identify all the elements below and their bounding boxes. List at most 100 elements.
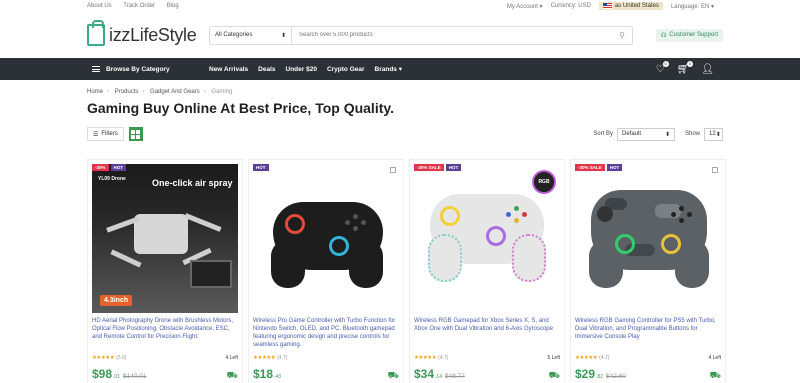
face-button-shape — [361, 220, 366, 225]
search-bar: All Categories ⬍ ⚲ — [209, 25, 633, 45]
show-label: Show — [684, 131, 700, 137]
nav-new-arrivals[interactable]: New Arrivals — [209, 66, 248, 73]
product-card[interactable]: -30% SALE HOT Wireless RGB Gaming Contro… — [570, 159, 726, 383]
browse-category-button[interactable]: Browse By Category — [92, 66, 209, 73]
user-icon[interactable]: 👤︎ — [701, 64, 714, 75]
headset-icon: ☊ — [660, 32, 667, 39]
category-select[interactable]: All Categories ⬍ — [210, 26, 292, 44]
ad-brand-text: YL09 Drone — [98, 176, 126, 182]
drone-arm-shape — [184, 213, 222, 232]
sort-value: Default — [621, 131, 641, 137]
right-stick-light — [329, 236, 349, 256]
page-title: Gaming Buy Online At Best Price, Top Qua… — [87, 100, 395, 116]
wishlist-count: 0 — [662, 60, 669, 67]
face-button-shape — [671, 212, 676, 217]
hot-badge: HOT — [253, 164, 269, 171]
language-select[interactable]: Language: EN ▾ — [671, 3, 714, 10]
ship-to-select[interactable]: as United States — [598, 2, 663, 10]
product-card[interactable]: -30% HOT YL09 Drone One-click air spray … — [87, 159, 243, 383]
face-button-shape — [345, 220, 350, 225]
price-cents: .82 — [596, 374, 603, 380]
product-grid: -30% HOT YL09 Drone One-click air spray … — [87, 159, 726, 383]
top-bar: About Us Track Order Blog My Account ▾ C… — [0, 0, 800, 12]
expand-icon[interactable] — [712, 167, 718, 173]
product-name[interactable]: Wireless RGB Gaming Controller for PS5 w… — [575, 317, 721, 351]
star-rating-icon: ★★★★★ — [414, 355, 437, 361]
nav-icons: ♡ 0 🛒︎ 0 👤︎ — [656, 60, 714, 75]
delivery-truck-icon: ⛟ — [387, 370, 399, 380]
product-image-switch-controller[interactable]: HOT — [253, 164, 399, 313]
nav-under-20[interactable]: Under $20 — [286, 66, 317, 73]
price-current: $29 — [575, 367, 596, 381]
product-rating: ★★★★★ (5.0) 4 Left — [92, 355, 238, 361]
expand-icon[interactable] — [390, 167, 396, 173]
breadcrumb-separator-icon: › — [142, 89, 145, 95]
nav-brands[interactable]: Brands ▾ — [375, 65, 402, 73]
search-input[interactable] — [292, 26, 612, 44]
us-flag-icon — [602, 3, 612, 9]
about-us-link[interactable]: About Us — [87, 3, 112, 9]
sort-select[interactable]: Default ⬍ — [616, 127, 675, 141]
price-old: $140.01 — [122, 373, 147, 380]
hot-badge: HOT — [445, 164, 462, 171]
product-image-xbox-controller[interactable]: -30% SALE HOT RGB — [414, 164, 560, 313]
cart-icon[interactable]: 🛒︎ 0 — [677, 60, 694, 75]
customer-support-button[interactable]: ☊ Customer Support — [655, 28, 723, 42]
sort-label: Sort By — [593, 131, 613, 137]
product-tags: HOT — [253, 164, 269, 171]
sort-controls: Sort By Default ⬍ Show 12 ⬍ — [593, 127, 723, 141]
left-stick-light — [440, 206, 460, 226]
drone-shape — [134, 214, 188, 254]
nav-deals[interactable]: Deals — [258, 66, 275, 73]
track-order-link[interactable]: Track Order — [123, 3, 155, 9]
filters-button[interactable]: ☰ Filters — [87, 127, 124, 141]
logo-text: izzLifeStyle — [109, 24, 197, 45]
right-stick-light — [661, 234, 681, 254]
language-label: Language: EN — [670, 3, 710, 10]
controller-grip-shape — [271, 240, 305, 288]
product-rating: ★★★★★ (4.7) — [253, 355, 399, 361]
breadcrumb: Home › Products › Gadget And Gears › Gaming — [0, 80, 800, 100]
cart-count: 0 — [687, 60, 694, 67]
star-rating-icon: ★★★★★ — [575, 355, 598, 361]
price-current: $18 — [253, 367, 274, 381]
product-card[interactable]: -30% SALE HOT RGB Wireless RGB Gamepad f… — [409, 159, 565, 383]
breadcrumb-gadget-and-gears[interactable]: Gadget And Gears — [150, 89, 200, 95]
wishlist-icon[interactable]: ♡ 0 — [656, 60, 669, 75]
product-price: $18 .43 ⛟ — [253, 367, 399, 382]
delivery-truck-icon: ⛟ — [548, 370, 560, 380]
grid-view-button[interactable] — [128, 127, 143, 141]
hot-badge: HOT — [110, 164, 127, 171]
nav-crypto-gear[interactable]: Crypto Gear — [327, 66, 365, 73]
sale-badge: -30% — [92, 164, 109, 171]
customer-support-label: Customer Support — [669, 32, 718, 38]
filters-label: Filters — [101, 131, 118, 137]
sale-badge: -30% SALE — [414, 164, 444, 171]
product-name[interactable]: Wireless RGB Gamepad for Xbox Series X, … — [414, 317, 560, 351]
logo[interactable]: izzLifeStyle — [87, 20, 209, 46]
product-image-ps5-controller[interactable]: -30% SALE HOT — [575, 164, 721, 313]
top-right: My Account ▾ Currency: USD as United Sta… — [507, 2, 714, 10]
currency-select[interactable]: Currency: USD — [551, 3, 591, 9]
grid-cell-icon — [136, 129, 141, 134]
product-rating: ★★★★★ (4.7) 5 Left — [414, 355, 560, 361]
price-cents: .43 — [274, 374, 281, 380]
product-tags: -30% SALE HOT — [575, 164, 623, 171]
product-card[interactable]: HOT Wireless Pro Game Controller with Tu… — [248, 159, 404, 383]
breadcrumb-home[interactable]: Home — [87, 89, 103, 95]
stock-left: 4 Left — [708, 355, 721, 361]
search-icon[interactable]: ⚲ — [612, 31, 632, 40]
show-select[interactable]: 12 ⬍ — [704, 127, 723, 141]
product-name[interactable]: Wireless Pro Game Controller with Turbo … — [253, 317, 399, 351]
breadcrumb-products[interactable]: Products — [115, 89, 139, 95]
product-toolbar: ☰ Filters Sort By Default ⬍ Show 12 ⬍ — [0, 126, 800, 142]
face-button-shape — [353, 214, 358, 219]
left-stick-light — [285, 214, 305, 234]
product-name[interactable]: HD Aerial Photography Drone with Brushle… — [92, 317, 238, 351]
my-account-link[interactable]: My Account ▾ — [507, 3, 543, 10]
select-arrows-icon: ⬍ — [280, 32, 286, 39]
product-image-drone[interactable]: -30% HOT YL09 Drone One-click air spray … — [92, 164, 238, 313]
blog-link[interactable]: Blog — [167, 3, 179, 9]
remote-controller-shape — [190, 260, 232, 288]
product-price: $34 .14 $48.77 ⛟ — [414, 367, 560, 382]
